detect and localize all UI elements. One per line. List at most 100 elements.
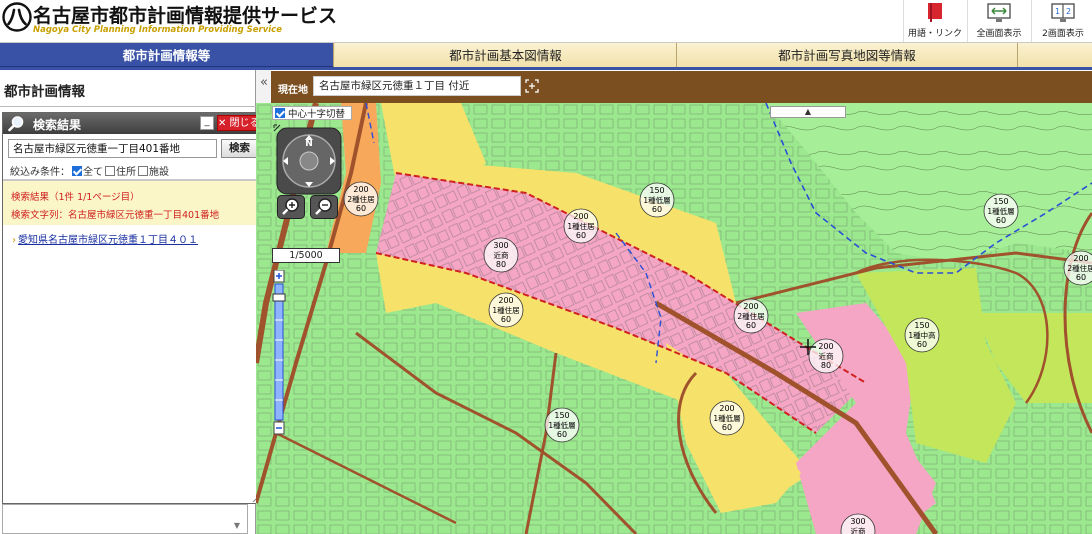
search-result-window: 検索結果 _ ✕ 閉じる 名古屋市緑区元徳重一丁目401番地 検索 絞込み条件：… [2,112,261,504]
minimize-button[interactable]: _ [200,116,214,130]
zone-label-1[interactable]: 200 2種住居 60 [343,181,379,217]
zone-label-11-type: 1種低層 [548,420,575,430]
zone-label-2-type: 1種低層 [643,195,670,205]
zone-label-9-type: 1種低層 [987,206,1014,216]
dual-screen-button[interactable]: 1 2 2画面表示 [1031,0,1092,42]
zone-label-4-type: 近商 [494,250,509,260]
center-crosshair-icon [800,339,816,355]
fullscreen-button[interactable]: 全画面表示 [967,0,1030,42]
filter-all-label: 全て [83,167,103,178]
left-panel-title: 都市計画情報 [4,84,85,100]
zoom-out-button[interactable] [310,195,338,219]
tab-aerial-photo-info[interactable]: 都市計画写真地図等情報 [677,43,1018,69]
map-pan-up-button[interactable]: ▲ [770,106,846,118]
zone-label-6-type: 2種住居 [737,311,765,321]
zoom-slider[interactable] [272,270,286,436]
close-button[interactable]: ✕ 閉じる [217,115,260,131]
result-query: 検索文字列：名古屋市緑区元徳重一丁目401番地 [11,210,220,221]
zone-label-10-far: 200 [719,404,734,413]
filter-address-checkbox[interactable] [105,165,115,176]
zone-label-10[interactable]: 200 1種低層 60 [709,400,745,436]
zone-label-1-type: 2種住居 [347,194,375,204]
main-tabs: 都市計画情報等 都市計画基本図情報 都市計画写真地図等情報 [0,43,1092,69]
zone-label-11[interactable]: 150 1種低層 60 [544,407,580,443]
map-view[interactable]: 200 2種住居 60 150 1種低層 60 200 1種住居 60 300 … [256,103,1092,534]
zone-label-4[interactable]: 300 近商 80 [483,237,519,273]
zone-label-7-bcr: 80 [821,361,831,370]
tab-extra[interactable] [1018,43,1092,69]
center-cross-toggle[interactable]: 中心十字切替 [272,106,353,120]
zone-label-13-far: 300 [850,517,865,526]
zone-label-8-bcr: 60 [917,340,927,349]
svg-text:2: 2 [1066,7,1071,16]
zone-label-4-far: 300 [493,241,508,250]
svg-text:N: N [305,139,313,149]
filter-address-label: 住所 [116,167,136,178]
zone-label-9[interactable]: 150 1種低層 60 [983,193,1019,229]
left-panel: 都市計画情報 検索結果 _ ✕ 閉じる 名古屋市緑区元徳重一丁目401番地 検索… [0,70,261,534]
zone-label-12-far: 200 [1073,254,1088,263]
dual-screen-label: 2画面表示 [1042,29,1084,39]
zone-label-11-far: 150 [554,411,569,420]
zone-label-6[interactable]: 200 2種住居 60 [733,298,769,334]
left-panel-divider [0,106,256,107]
filter-facility-checkbox[interactable] [138,165,148,176]
left-panel-bottom-box [2,504,248,534]
zone-label-3[interactable]: 200 1種住居 60 [563,208,599,244]
zone-label-7-far: 200 [818,342,833,351]
collapse-panel-button[interactable]: « [258,76,270,92]
zone-label-1-far: 200 [353,185,368,194]
zone-label-8-type: 1種中高 [908,330,936,340]
map-scale: 1/5000 [272,248,340,263]
zone-label-6-bcr: 60 [746,321,756,330]
app-window: 名古屋市都市計画情報提供サービス Nagoya City Planning In… [0,0,1092,534]
zone-label-9-far: 150 [993,197,1008,206]
site-subtitle: Nagoya City Planning Information Providi… [33,25,282,35]
zone-label-5[interactable]: 200 1種住居 60 [488,292,524,328]
compass-pan-control[interactable]: N [276,127,342,195]
zone-label-8[interactable]: 150 1種中高 60 [904,317,940,353]
center-cross-label: 中心十字切替 [288,109,346,120]
zone-label-5-far: 200 [498,296,513,305]
header: 名古屋市都市計画情報提供サービス Nagoya City Planning In… [0,0,1092,43]
zone-label-4-bcr: 80 [496,260,506,269]
dual-screen-icon: 1 2 [1051,3,1075,22]
zone-label-2-bcr: 60 [652,205,662,214]
book-icon [928,3,942,22]
glossary-link-button[interactable]: 用語・リンク [903,0,966,42]
zone-label-3-far: 200 [573,212,588,221]
filter-all-checkbox[interactable] [72,165,82,176]
center-target-icon[interactable] [525,79,539,93]
tab-base-map-info[interactable]: 都市計画基本図情報 [335,43,677,69]
zone-label-8-far: 150 [914,321,929,330]
filter-row: 絞込み条件： 全て 住所 施設 [10,163,169,178]
search-result-title: 検索結果 [33,118,82,132]
zone-label-2[interactable]: 150 1種低層 60 [639,182,675,218]
search-input[interactable]: 名古屋市緑区元徳重一丁目401番地 [8,139,217,158]
zone-label-7-type: 近商 [819,351,834,361]
result-count: 検索結果（1件 1/1ページ目） [11,192,140,203]
filter-facility-label: 施設 [149,167,169,178]
zone-label-13-type: 近商 [851,526,866,534]
search-result-titlebar: 検索結果 _ ✕ 閉じる [3,113,260,134]
center-cross-checkbox[interactable] [275,108,285,118]
zone-label-9-bcr: 60 [996,216,1006,225]
zone-label-5-bcr: 60 [501,315,511,324]
zone-label-5-type: 1種住居 [492,305,520,315]
zoning-map[interactable]: 200 2種住居 60 150 1種低層 60 200 1種住居 60 300 … [256,103,1092,534]
magnifier-icon [8,116,24,132]
location-label: 現在地 [278,85,308,96]
search-button[interactable]: 検索 [221,139,258,158]
zone-label-3-bcr: 60 [576,231,586,240]
fullscreen-icon [987,3,1011,22]
zone-label-12-bcr: 60 [1076,273,1086,282]
zoom-in-button[interactable] [277,195,305,219]
zone-label-10-type: 1種低層 [713,413,740,423]
zone-label-10-bcr: 60 [722,423,732,432]
glossary-link-label: 用語・リンク [907,29,962,39]
zone-label-1-bcr: 60 [356,204,366,213]
scroll-down-arrow[interactable]: ▼ [230,506,244,532]
location-value: 名古屋市緑区元徳重１丁目 付近 [313,76,521,96]
result-link[interactable]: 愛知県名古屋市緑区元徳重１丁目４０１ [12,231,198,246]
tab-city-planning-info[interactable]: 都市計画情報等 [0,43,334,69]
